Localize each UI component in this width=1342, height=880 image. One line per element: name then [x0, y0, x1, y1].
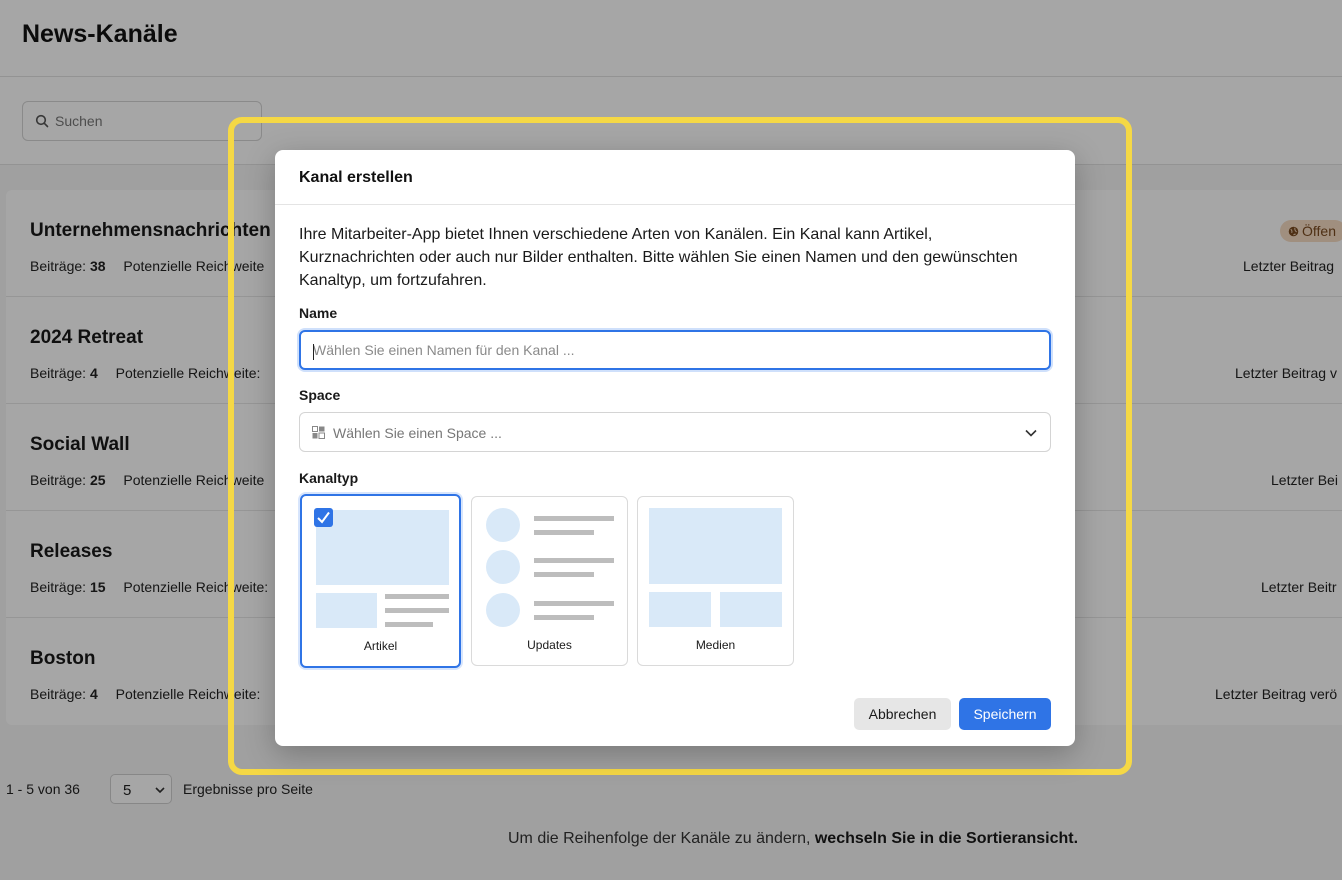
cancel-button[interactable]: Abbrechen — [854, 698, 951, 730]
modal-header: Kanal erstellen — [275, 150, 1075, 205]
check-icon — [317, 511, 330, 524]
updates-preview-icon — [486, 508, 614, 627]
chevron-down-icon — [1025, 429, 1037, 437]
space-label: Space — [299, 387, 341, 403]
text-caret — [313, 344, 314, 360]
space-select[interactable]: Wählen Sie einen Space ... — [299, 412, 1051, 452]
type-card-artikel[interactable]: Artikel — [300, 494, 461, 668]
type-card-label: Artikel — [363, 639, 398, 653]
type-card-label: Medien — [695, 638, 736, 652]
modal-description: Ihre Mitarbeiter-App bietet Ihnen versch… — [299, 226, 1018, 289]
type-label: Kanaltyp — [299, 470, 359, 486]
name-field[interactable] — [299, 330, 1051, 370]
create-channel-dialog: Kanal erstellen Ihre Mitarbeiter-App bie… — [275, 150, 1075, 746]
name-label: Name — [299, 305, 338, 321]
type-card-label: Updates — [527, 638, 572, 652]
modal-title: Kanal erstellen — [299, 169, 413, 186]
type-card-medien[interactable]: Medien — [637, 496, 794, 666]
space-placeholder: Wählen Sie einen Space ... — [333, 425, 502, 441]
type-card-updates[interactable]: Updates — [471, 496, 628, 666]
media-preview-icon — [649, 508, 782, 627]
selected-checkbox[interactable] — [314, 508, 333, 527]
space-icon — [312, 426, 325, 439]
save-button[interactable]: Speichern — [959, 698, 1051, 730]
name-input[interactable] — [301, 332, 1049, 368]
